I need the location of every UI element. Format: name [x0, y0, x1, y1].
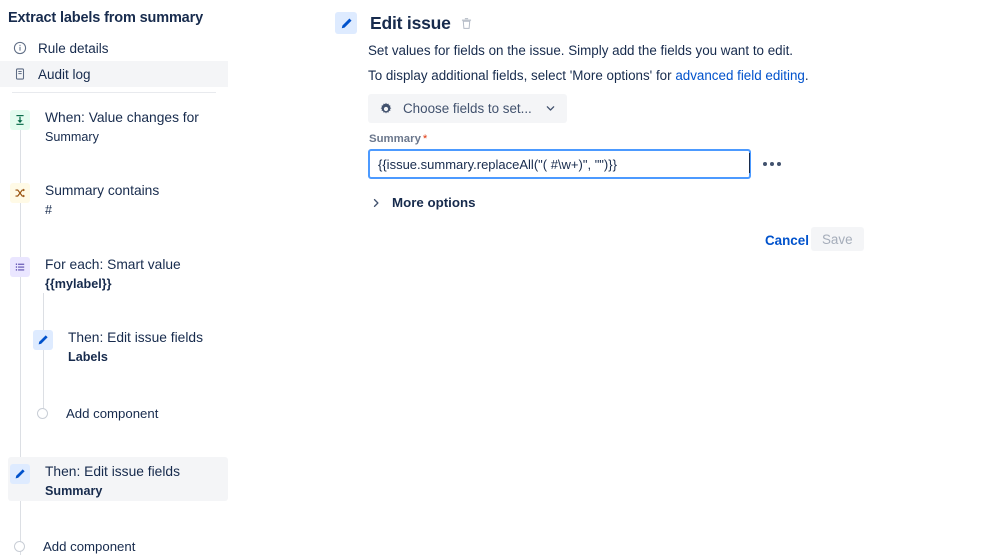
choose-fields-button[interactable]: Choose fields to set... [368, 94, 567, 123]
sidebar-divider [12, 92, 216, 93]
component-text: Summary contains # [45, 182, 159, 218]
component-subtitle: {{mylabel}} [45, 276, 112, 291]
component-title: For each: Smart value [45, 257, 181, 272]
description-line-2: To display additional fields, select 'Mo… [368, 68, 809, 83]
dot [763, 162, 768, 166]
gear-icon [379, 102, 393, 116]
component-action-summary[interactable]: Then: Edit issue fields Summary [10, 463, 180, 499]
required-marker: * [422, 133, 428, 145]
text-cursor [749, 153, 750, 173]
more-options-label: More options [392, 195, 476, 210]
add-component-label: Add component [66, 406, 159, 421]
summary-label-text: Summary [369, 133, 421, 145]
component-title: When: Value changes for [45, 110, 199, 125]
rule-sidebar: Extract labels from summary Rule details [0, 0, 228, 559]
component-text: Then: Edit issue fields Labels [68, 329, 203, 365]
dot [776, 162, 781, 166]
component-trigger[interactable]: When: Value changes for Summary [10, 109, 199, 145]
panel-header: Edit issue [335, 12, 473, 34]
description-suffix: . [804, 68, 809, 83]
choose-fields-label: Choose fields to set... [403, 101, 532, 116]
component-subtitle: # [45, 202, 53, 217]
info-circle-icon [12, 40, 28, 56]
description-prefix: To display additional fields, select 'Mo… [368, 68, 676, 83]
advanced-field-editing-link[interactable]: advanced field editing [675, 68, 805, 83]
description-line-1: Set values for fields on the issue. Simp… [368, 43, 794, 58]
add-component-label: Add component [43, 539, 136, 554]
chevron-right-icon [371, 198, 381, 208]
pencil-icon [335, 12, 357, 34]
chevron-down-icon [545, 103, 556, 114]
component-text: Then: Edit issue fields Summary [45, 463, 180, 499]
pencil-icon [33, 330, 53, 350]
more-options-toggle[interactable]: More options [371, 195, 475, 210]
page-title: Edit issue [370, 12, 451, 33]
component-title: Then: Edit issue fields [45, 464, 180, 479]
component-branch[interactable]: For each: Smart value {{mylabel}} [10, 256, 181, 292]
pencil-icon [10, 464, 30, 484]
component-text: When: Value changes for Summary [45, 109, 199, 145]
sidebar-item-label: Rule details [38, 40, 109, 56]
cancel-button[interactable]: Cancel [759, 229, 815, 252]
edit-issue-panel: Edit issue Set values for fields on the … [335, 0, 999, 559]
summary-field-label: Summary * [369, 133, 427, 145]
sidebar-item-label: Audit log [38, 66, 91, 82]
ellipsis-icon[interactable] [758, 150, 786, 178]
component-title: Summary contains [45, 183, 160, 198]
component-subtitle: Summary [45, 483, 103, 498]
component-subtitle: Summary [45, 129, 99, 144]
branch-list-icon [10, 257, 30, 277]
automation-rule-editor: Extract labels from summary Rule details [0, 0, 999, 559]
rule-title: Extract labels from summary [8, 10, 204, 26]
component-text: For each: Smart value {{mylabel}} [45, 256, 181, 292]
document-icon [12, 66, 28, 82]
dot [770, 162, 774, 166]
save-button[interactable]: Save [811, 227, 864, 251]
component-title: Then: Edit issue fields [68, 330, 203, 345]
sidebar-item-audit-log[interactable]: Audit log [0, 61, 228, 87]
component-subtitle: Labels [68, 349, 108, 364]
trash-icon[interactable] [460, 17, 473, 30]
add-component-dot-icon [14, 541, 25, 552]
trigger-icon [10, 110, 30, 130]
add-component-button-branch[interactable]: Add component [37, 406, 158, 421]
component-action-labels[interactable]: Then: Edit issue fields Labels [33, 329, 203, 365]
sidebar-item-rule-details[interactable]: Rule details [0, 35, 228, 61]
summary-input[interactable] [368, 149, 751, 179]
add-component-dot-icon [37, 408, 48, 419]
condition-shuffle-icon [10, 183, 30, 203]
add-component-button-root[interactable]: Add component [14, 539, 135, 554]
component-condition[interactable]: Summary contains # [10, 182, 159, 218]
